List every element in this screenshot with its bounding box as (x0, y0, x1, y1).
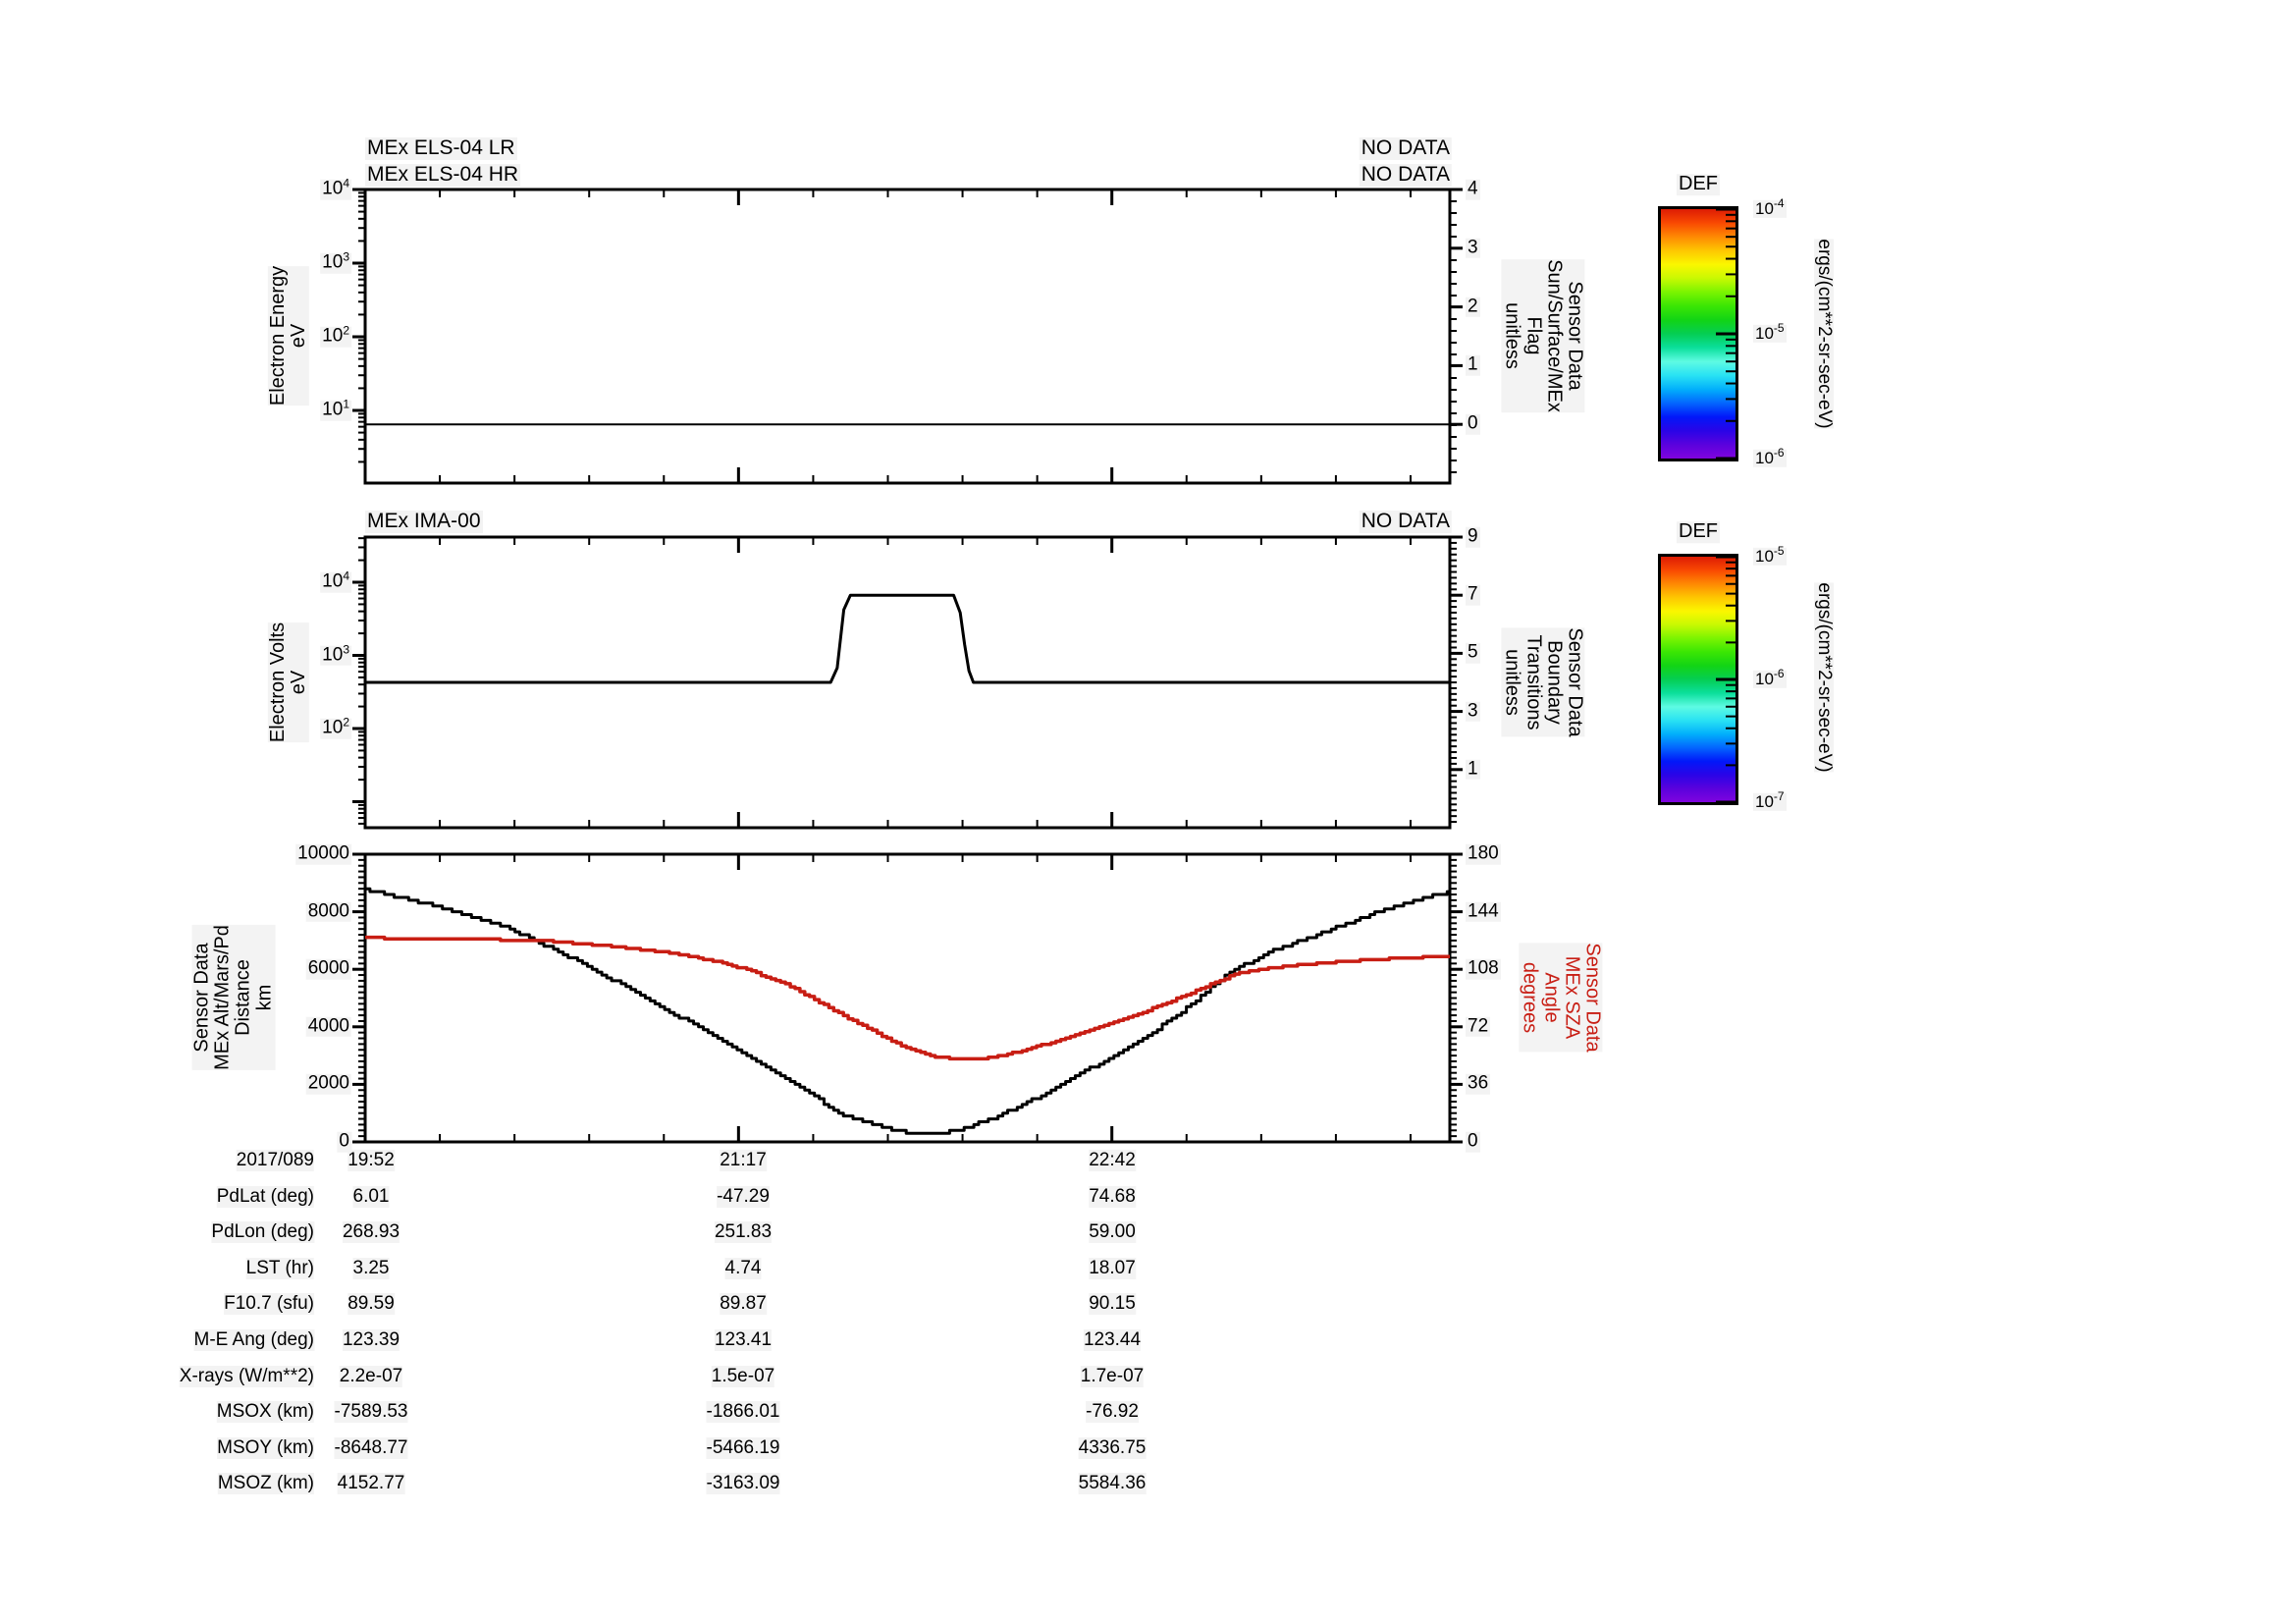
plot-page: MEx ELS-04 LR MEx ELS-04 HR NO DATA NO D… (0, 0, 2296, 1623)
table-value: -1866.01 (706, 1401, 780, 1424)
colorbar1-tick-10e-6: 10-6 (1753, 446, 1787, 468)
table-row-label: X-rays (W/m**2) (179, 1365, 314, 1387)
table-value: -7589.53 (334, 1401, 408, 1424)
panel3-right-tick-108: 108 (1466, 957, 1501, 980)
table-value: 123.39 (342, 1329, 400, 1351)
panel3-left-tick-4000: 4000 (305, 1015, 351, 1038)
panel1-nodata-line1: NO DATA (1359, 136, 1452, 160)
panel1-right-tick-1: 1 (1466, 354, 1480, 376)
colorbar-def-1-title: DEF (1677, 173, 1720, 195)
panel3-right-tick-144: 144 (1466, 900, 1501, 922)
panel3-left-tick-8000: 8000 (305, 900, 351, 922)
table-value: 123.41 (714, 1329, 773, 1351)
table-row-label: MSOZ (km) (217, 1473, 314, 1495)
table-value: 4152.77 (337, 1473, 405, 1495)
table-value: 251.83 (714, 1221, 773, 1244)
time-tick-label: 21:17 (720, 1150, 767, 1171)
table-row-label: M-E Ang (deg) (193, 1329, 314, 1351)
table-row-label: PdLat (deg) (216, 1185, 314, 1208)
table-value: 1.7e-07 (1080, 1365, 1145, 1387)
panel3-left-axis-title: Sensor Data MEx Alt/Mars/Pd Distance km (190, 925, 276, 1070)
table-value: -8648.77 (334, 1436, 408, 1459)
panel1-left-tick-10e3: 103 (320, 249, 351, 274)
colorbar-def-1-unit: ergs/(cm**2-sr-sec-eV) (1813, 239, 1836, 429)
panel2-right-axis-title: Sensor Data Boundary Transitions unitless (1501, 627, 1586, 737)
panel3-right-tick-36: 36 (1466, 1073, 1491, 1095)
table-value: 1.5e-07 (711, 1365, 775, 1387)
panel3-right-tick-72: 72 (1466, 1015, 1491, 1038)
table-row-label: MSOX (km) (216, 1401, 314, 1424)
panel1-title-line1: MEx ELS-04 LR (365, 136, 517, 160)
colorbar2-tick-10e-5: 10-5 (1753, 544, 1787, 567)
colorbar1-tick-10e-4: 10-4 (1753, 196, 1787, 219)
colorbar2-tick-10e-7: 10-7 (1753, 789, 1787, 812)
table-value: 4336.75 (1078, 1436, 1147, 1459)
colorbar-def-2-title: DEF (1677, 520, 1720, 543)
panel2-title: MEx IMA-00 (365, 510, 483, 533)
table-value: -3163.09 (706, 1473, 780, 1495)
table-value: 3.25 (352, 1257, 390, 1279)
table-value: 123.44 (1083, 1329, 1142, 1351)
panel2-left-axis-title: Electron Volts eV (266, 622, 310, 743)
colorbar-def-2-unit: ergs/(cm**2-sr-sec-eV) (1813, 582, 1836, 773)
time-tick-label: 22:42 (1089, 1150, 1136, 1171)
panel2-right-tick-9: 9 (1466, 525, 1480, 548)
panel1-right-axis-title: Sensor Data Sun/Surface/MEx Flag unitless (1501, 259, 1586, 412)
colorbar-def-1 (1658, 206, 1738, 461)
panel1-right-tick-0: 0 (1466, 412, 1480, 435)
panel3-right-tick-180: 180 (1466, 842, 1501, 865)
panel1-title-line2: MEx ELS-04 HR (365, 163, 521, 187)
table-value: 4.74 (724, 1257, 762, 1279)
table-value: 6.01 (352, 1185, 390, 1208)
table-value: 268.93 (342, 1221, 400, 1244)
panel2-left-tick-10e4: 104 (320, 568, 351, 593)
table-value: 59.00 (1089, 1221, 1136, 1244)
panel1-left-tick-10e2: 102 (320, 323, 351, 348)
panel2-left-tick-10e3: 103 (320, 641, 351, 666)
panel2-left-tick-10e2: 102 (320, 715, 351, 739)
panel2-right-tick-1: 1 (1466, 758, 1480, 781)
table-row-label: F10.7 (sfu) (224, 1293, 314, 1316)
panel1-right-tick-4: 4 (1466, 178, 1480, 200)
panel1-nodata-line2: NO DATA (1359, 163, 1452, 187)
table-row-label: PdLon (deg) (211, 1221, 314, 1244)
panel2-right-tick-7: 7 (1466, 583, 1480, 606)
panel3-left-tick-6000: 6000 (305, 957, 351, 980)
table-value: 89.59 (347, 1293, 395, 1316)
table-row-label: LST (hr) (245, 1257, 314, 1279)
panel3-right-tick-0: 0 (1466, 1130, 1480, 1153)
table-value: 74.68 (1089, 1185, 1136, 1208)
table-value: 90.15 (1089, 1293, 1136, 1316)
panel3-left-tick-10000: 10000 (295, 842, 351, 865)
table-value: 5584.36 (1078, 1473, 1147, 1495)
panel1-left-tick-10e4: 104 (320, 176, 351, 200)
table-value: -5466.19 (706, 1436, 780, 1459)
panel2-nodata: NO DATA (1359, 510, 1452, 533)
panel3-right-axis-title: Sensor Data MEx SZA Angle degrees (1519, 943, 1604, 1053)
date-label: 2017/089 (236, 1150, 314, 1171)
panel2-right-tick-5: 5 (1466, 642, 1480, 664)
panel1-right-tick-2: 2 (1466, 296, 1480, 317)
table-value: -47.29 (717, 1185, 770, 1208)
table-value: -76.92 (1086, 1401, 1139, 1424)
time-tick-label: 19:52 (347, 1150, 395, 1171)
colorbar2-tick-10e-6: 10-6 (1753, 667, 1787, 689)
panel3-left-tick-2000: 2000 (305, 1073, 351, 1095)
table-row-label: MSOY (km) (217, 1436, 314, 1459)
colorbar1-tick-10e-5: 10-5 (1753, 321, 1787, 344)
panel1-right-tick-3: 3 (1466, 237, 1480, 259)
panel2-right-tick-3: 3 (1466, 700, 1480, 722)
colorbar-def-2 (1658, 554, 1738, 805)
table-value: 18.07 (1089, 1257, 1136, 1279)
panel1-left-axis-title: Electron Energy eV (266, 265, 310, 406)
panel1-left-tick-10e1: 101 (320, 397, 351, 421)
table-value: 2.2e-07 (339, 1365, 403, 1387)
table-value: 89.87 (720, 1293, 767, 1316)
